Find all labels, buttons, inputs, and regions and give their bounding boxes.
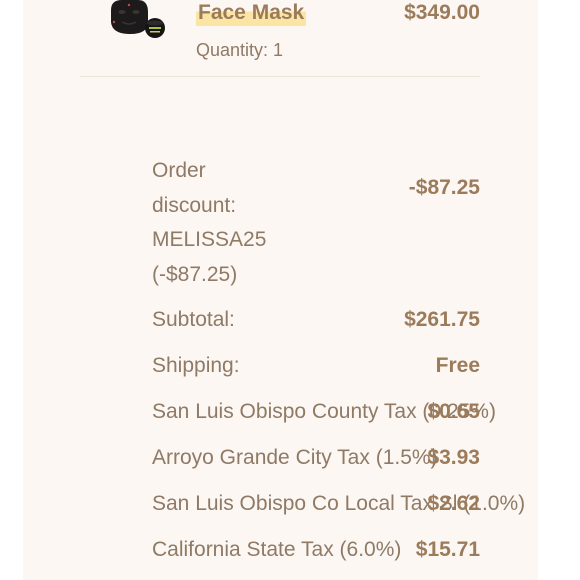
subtotal-value: $261.75 xyxy=(404,308,480,331)
tax-label-city: Arroyo Grande City Tax (1.5%) xyxy=(152,446,438,469)
tax-value-county: $0.65 xyxy=(427,400,480,423)
tax-value-state: $15.71 xyxy=(415,538,480,561)
discount-amount-note: (-$87.25) xyxy=(152,262,238,286)
order-discount-label: Order discount: MELISSA25 (-$87.25) xyxy=(152,154,312,292)
tax-value-local: $2.62 xyxy=(427,492,480,515)
divider xyxy=(80,76,480,77)
product-title[interactable]: Face Mask xyxy=(196,0,307,26)
discount-code: MELISSA25 xyxy=(152,228,267,251)
order-summary-page: Face Mask $349.00 Quantity: 1 Order disc… xyxy=(0,0,580,580)
tax-value-city: $3.93 xyxy=(427,446,480,469)
order-discount-value: -$87.25 xyxy=(408,176,480,199)
shipping-value: Free xyxy=(435,354,480,377)
face-mask-product-image xyxy=(111,0,165,38)
discount-label-line: discount: xyxy=(152,193,237,217)
discount-label-line: Order xyxy=(152,159,206,182)
product-price: $349.00 xyxy=(404,1,480,24)
tax-label-state: California State Tax (6.0%) xyxy=(152,538,402,561)
subtotal-label: Subtotal: xyxy=(152,308,235,331)
product-quantity: Quantity: 1 xyxy=(196,40,284,60)
shipping-label: Shipping: xyxy=(152,354,240,377)
